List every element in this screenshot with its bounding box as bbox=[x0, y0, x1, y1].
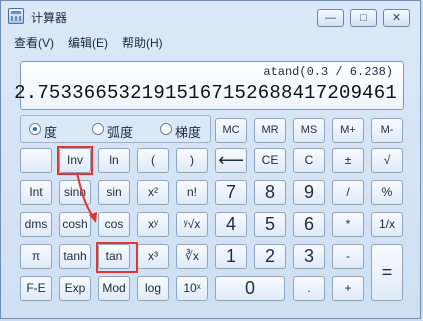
minimize-button[interactable]: — bbox=[317, 9, 344, 27]
maximize-button[interactable]: □ bbox=[350, 9, 377, 27]
x-power-y-button[interactable]: xʸ bbox=[137, 212, 169, 237]
four-button[interactable]: 4 bbox=[215, 212, 247, 237]
seven-button[interactable]: 7 bbox=[215, 180, 247, 205]
mode-degrees-label: 度 bbox=[44, 125, 58, 140]
ln-button[interactable]: ln bbox=[98, 148, 130, 173]
multiply-button[interactable]: * bbox=[332, 212, 364, 237]
open-paren-button[interactable]: ( bbox=[137, 148, 169, 173]
six-button[interactable]: 6 bbox=[293, 212, 325, 237]
minus-button[interactable]: - bbox=[332, 244, 364, 269]
x-squared-button[interactable]: x² bbox=[137, 180, 169, 205]
divide-button[interactable]: / bbox=[332, 180, 364, 205]
three-button[interactable]: 3 bbox=[293, 244, 325, 269]
factorial-button[interactable]: n! bbox=[176, 180, 208, 205]
blank-button bbox=[20, 148, 52, 173]
five-button[interactable]: 5 bbox=[254, 212, 286, 237]
mr-button[interactable]: MR bbox=[254, 118, 286, 143]
expression-display: atand(0.3 / 6.238) bbox=[263, 65, 393, 79]
int-button[interactable]: Int bbox=[20, 180, 52, 205]
equals-button[interactable]: = bbox=[371, 244, 403, 301]
radio-gradians[interactable] bbox=[160, 123, 172, 135]
one-button[interactable]: 1 bbox=[215, 244, 247, 269]
exp-button[interactable]: Exp bbox=[59, 276, 91, 301]
dms-button[interactable]: dms bbox=[20, 212, 52, 237]
close-button[interactable]: ✕ bbox=[383, 9, 410, 27]
ce-button[interactable]: CE bbox=[254, 148, 286, 173]
radio-radians[interactable] bbox=[92, 123, 104, 135]
y-root-x-button[interactable]: ʸ√x bbox=[176, 212, 208, 237]
log-button[interactable]: log bbox=[137, 276, 169, 301]
ten-power-x-button[interactable]: 10ˣ bbox=[176, 276, 208, 301]
menu-bar: 查看(V) 编辑(E) 帮助(H) bbox=[1, 31, 420, 51]
menu-help[interactable]: 帮助(H) bbox=[122, 34, 163, 51]
radio-degrees[interactable] bbox=[29, 123, 41, 135]
mc-button[interactable]: MC bbox=[215, 118, 247, 143]
tanh-button[interactable]: tanh bbox=[59, 244, 91, 269]
backspace-button[interactable]: ⟵ bbox=[215, 148, 247, 173]
calculator-app-icon bbox=[8, 8, 24, 24]
close-paren-button[interactable]: ) bbox=[176, 148, 208, 173]
two-button[interactable]: 2 bbox=[254, 244, 286, 269]
zero-button[interactable]: 0 bbox=[215, 276, 285, 301]
window-title: 计算器 bbox=[31, 11, 68, 25]
result-display: 2.7533665321915167152688417209461 bbox=[14, 82, 397, 104]
menu-edit[interactable]: 编辑(E) bbox=[68, 34, 108, 51]
fe-button[interactable]: F-E bbox=[20, 276, 52, 301]
mod-button[interactable]: Mod bbox=[98, 276, 130, 301]
reciprocal-button[interactable]: 1/x bbox=[371, 212, 403, 237]
decimal-button[interactable]: . bbox=[293, 276, 325, 301]
mode-gradians-label: 梯度 bbox=[175, 125, 202, 140]
plus-minus-button[interactable]: ± bbox=[332, 148, 364, 173]
cube-root-button[interactable]: ∛x bbox=[176, 244, 208, 269]
eight-button[interactable]: 8 bbox=[254, 180, 286, 205]
plus-button[interactable]: + bbox=[332, 276, 364, 301]
annotation-arrow-icon bbox=[76, 172, 97, 223]
angle-mode-group: 度 弧度 梯度 bbox=[20, 115, 211, 143]
m-plus-button[interactable]: M+ bbox=[332, 118, 364, 143]
calculator-window: 计算器 — □ ✕ 查看(V) 编辑(E) 帮助(H) atand(0.3 / … bbox=[0, 0, 421, 319]
c-button[interactable]: C bbox=[293, 148, 325, 173]
sqrt-button[interactable]: √ bbox=[371, 148, 403, 173]
percent-button[interactable]: % bbox=[371, 180, 403, 205]
x-cubed-button[interactable]: x³ bbox=[137, 244, 169, 269]
m-minus-button[interactable]: M- bbox=[371, 118, 403, 143]
menu-view[interactable]: 查看(V) bbox=[14, 34, 54, 51]
calculator-display: atand(0.3 / 6.238) 2.7533665321915167152… bbox=[14, 61, 404, 110]
nine-button[interactable]: 9 bbox=[293, 180, 325, 205]
pi-button[interactable]: π bbox=[20, 244, 52, 269]
ms-button[interactable]: MS bbox=[293, 118, 325, 143]
tan-highlight-box bbox=[96, 242, 138, 273]
mode-radians-label: 弧度 bbox=[107, 125, 134, 140]
title-bar[interactable]: 计算器 — □ ✕ bbox=[1, 1, 420, 31]
